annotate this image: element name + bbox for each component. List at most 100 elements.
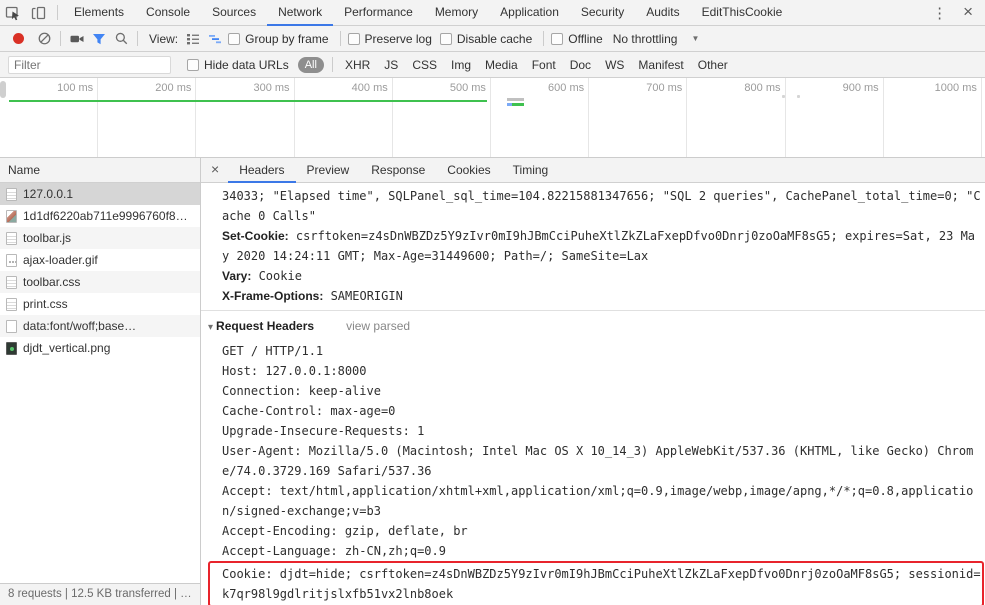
request-list-panel: Name 127.0.0.1 1d1df6220ab711e9996760f8… t… — [0, 158, 201, 605]
network-filter-bar: Hide data URLs All XHRJSCSSImgMediaFontDo… — [0, 52, 985, 78]
detail-tab-cookies[interactable]: Cookies — [436, 158, 501, 183]
tab-network[interactable]: Network — [267, 0, 333, 26]
tick-cell: 300 ms — [196, 78, 295, 157]
close-devtools-icon[interactable]: × — [957, 2, 985, 24]
header-line: Accept-Encoding: gzip, deflate, br — [222, 524, 468, 538]
document-file-icon — [6, 297, 17, 311]
checkbox-box[interactable] — [551, 32, 564, 45]
filter-divider — [331, 57, 333, 72]
document-file-icon — [6, 187, 17, 201]
filter-type-img[interactable]: Img — [444, 58, 478, 72]
image-file-icon — [6, 209, 17, 223]
request-rows: 127.0.0.1 1d1df6220ab711e9996760f8… toolba… — [0, 183, 200, 359]
filter-type-doc[interactable]: Doc — [563, 58, 598, 72]
request-row[interactable]: print.css — [0, 293, 200, 315]
kebab-menu-icon[interactable]: ⋮ — [922, 4, 957, 22]
plain-file-icon — [6, 319, 17, 333]
tab-console[interactable]: Console — [135, 0, 201, 26]
overview-load-line — [9, 100, 487, 102]
main-tab-strip: Elements Console Sources Network Performance… — [63, 0, 793, 26]
filter-type-css[interactable]: CSS — [405, 58, 444, 72]
request-name: toolbar.js — [23, 231, 72, 245]
header-line: Cache-Control: max-age=0 — [222, 404, 396, 418]
request-name: toolbar.css — [23, 275, 81, 289]
detail-tab-preview[interactable]: Preview — [296, 158, 361, 183]
filter-type-font[interactable]: Font — [525, 58, 563, 72]
view-list-icon[interactable] — [182, 28, 204, 50]
tab-editthiscookie[interactable]: EditThisCookie — [691, 0, 794, 26]
device-toolbar-icon[interactable] — [26, 0, 52, 26]
filter-type-js[interactable]: JS — [377, 58, 405, 72]
group-by-frame-checkbox[interactable]: Group by frame — [228, 31, 329, 46]
tick-cell: 1000 ms — [884, 78, 982, 157]
document-file-icon — [6, 275, 17, 289]
filter-type-manifest[interactable]: Manifest — [631, 58, 690, 72]
headers-content: 34033; "Elapsed time", SQLPanel_sql_time… — [201, 183, 985, 605]
request-row[interactable]: data:font/woff;base… — [0, 315, 200, 337]
status-bar: 8 requests | 12.5 KB transferred | … — [0, 583, 201, 605]
header-line: Vary: Cookie — [222, 266, 985, 286]
detail-tab-headers[interactable]: Headers — [228, 158, 295, 183]
request-row[interactable]: 127.0.0.1 — [0, 183, 200, 205]
close-details-icon[interactable]: × — [201, 161, 228, 179]
header-line: Accept-Language: zh-CN,zh;q=0.9 — [222, 544, 446, 558]
tab-sources[interactable]: Sources — [201, 0, 267, 26]
disable-cache-checkbox[interactable]: Disable cache — [439, 32, 532, 46]
detail-tab-response[interactable]: Response — [360, 158, 436, 183]
detail-tab-timing[interactable]: Timing — [502, 158, 560, 183]
hide-data-urls-label: Hide data URLs — [204, 57, 289, 72]
group-by-frame-label: Group by frame — [245, 31, 329, 46]
network-overview-timeline[interactable]: 100 ms 200 ms 300 ms 400 ms 500 ms 600 ms 700 … — [0, 78, 985, 158]
image-dots-file-icon — [6, 253, 17, 267]
record-button[interactable] — [13, 33, 24, 44]
request-name: ajax-loader.gif — [23, 253, 98, 267]
chevron-down-icon: ▼ — [691, 34, 700, 43]
cookie-highlight-box: Cookie: djdt=hide; csrftoken=z4sDnWBZDz5… — [208, 561, 984, 605]
toolbar-divider — [543, 31, 545, 46]
search-icon[interactable] — [110, 28, 132, 50]
request-row[interactable]: ajax-loader.gif — [0, 249, 200, 271]
request-row[interactable]: toolbar.js — [0, 227, 200, 249]
disclosure-triangle-icon[interactable]: ▾ — [208, 322, 213, 333]
tick-cell: 200 ms — [98, 78, 197, 157]
checkbox-box[interactable] — [439, 32, 452, 45]
tab-security[interactable]: Security — [570, 0, 635, 26]
checkbox-box[interactable] — [347, 32, 360, 45]
tick-cell: 600 ms — [491, 78, 590, 157]
tab-application[interactable]: Application — [489, 0, 570, 26]
request-row[interactable]: toolbar.css — [0, 271, 200, 293]
tab-performance[interactable]: Performance — [333, 0, 424, 26]
clear-icon[interactable] — [33, 28, 55, 50]
view-label: View: — [149, 31, 179, 46]
filter-type-other[interactable]: Other — [691, 58, 735, 72]
header-line: X-Frame-Options: SAMEORIGIN — [222, 286, 985, 306]
view-parsed-link[interactable]: view parsed — [346, 319, 410, 333]
overview-request-bar — [507, 103, 524, 106]
inspect-element-icon[interactable] — [0, 0, 26, 26]
screenshot-camera-icon[interactable] — [66, 28, 88, 50]
throttling-dropdown[interactable]: No throttling ▼ — [613, 32, 700, 46]
filter-funnel-icon[interactable] — [88, 28, 110, 50]
preserve-log-checkbox[interactable]: Preserve log — [347, 32, 432, 46]
filter-input[interactable] — [8, 55, 171, 74]
filter-type-media[interactable]: Media — [478, 58, 525, 72]
image-dark-file-icon — [6, 341, 17, 355]
hide-data-urls-checkbox[interactable]: Hide data URLs — [187, 58, 289, 72]
section-title: Request Headers — [216, 319, 315, 333]
tab-elements[interactable]: Elements — [63, 0, 135, 26]
tab-memory[interactable]: Memory — [424, 0, 489, 26]
request-name: 127.0.0.1 — [23, 187, 74, 201]
request-row[interactable]: djdt_vertical.png — [0, 337, 200, 359]
offline-checkbox[interactable]: Offline — [551, 32, 603, 46]
checkbox-box[interactable] — [228, 32, 241, 45]
header-line: GET / HTTP/1.1 — [222, 344, 324, 358]
view-waterfall-icon[interactable] — [204, 28, 226, 50]
checkbox-box[interactable] — [187, 58, 199, 71]
filter-type-ws[interactable]: WS — [598, 58, 631, 72]
request-row[interactable]: 1d1df6220ab711e9996760f8… — [0, 205, 200, 227]
tab-audits[interactable]: Audits — [635, 0, 690, 26]
tick-cell: 900 ms — [786, 78, 884, 157]
name-column-header[interactable]: Name — [0, 158, 200, 183]
filter-type-xhr[interactable]: XHR — [338, 58, 377, 72]
filter-type-all[interactable]: All — [297, 56, 324, 73]
